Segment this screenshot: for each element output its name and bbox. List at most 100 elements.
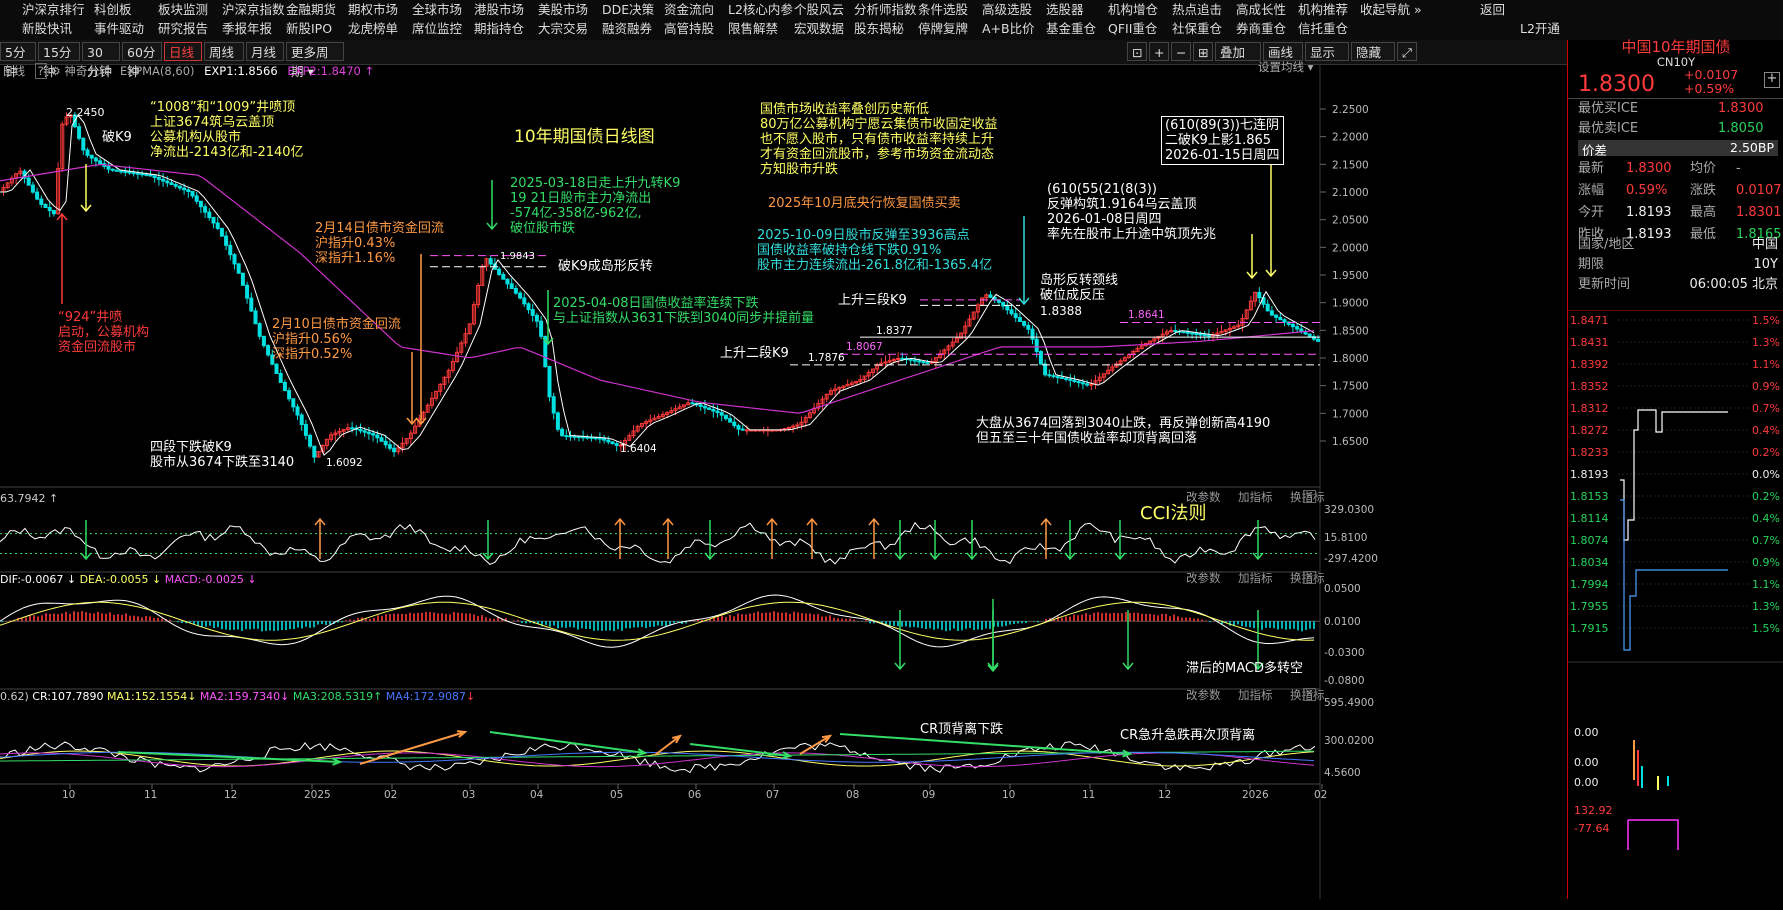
zoom-out-icon[interactable]: −	[1171, 42, 1191, 61]
lock-icon[interactable]: ⊡	[1127, 42, 1147, 61]
nav-item-b1[interactable]: 事件驱动	[94, 19, 144, 38]
nav-item-b5[interactable]: 龙虎榜单	[348, 19, 398, 38]
fullscreen-icon[interactable]: ⤢	[1397, 42, 1417, 61]
mini-pct-label: 1.5%	[1752, 622, 1780, 635]
zoom-in-icon[interactable]: +	[1149, 42, 1169, 61]
nav-item-a12[interactable]: 个股风云	[794, 0, 844, 19]
nav-item-a16[interactable]: 选股器	[1046, 0, 1084, 19]
nav-item-a22[interactable]: 返回	[1480, 0, 1505, 19]
candle-body	[98, 160, 103, 165]
nav-item-b21[interactable]: L2开通	[1520, 19, 1560, 38]
nav-item-b6[interactable]: 席位监控	[412, 19, 462, 38]
close-icon[interactable]: ×	[1303, 688, 1316, 701]
period-tab-0[interactable]: 5分钟	[0, 42, 36, 79]
period-tab-1[interactable]: 15分钟	[38, 42, 80, 79]
mini-price-label: 1.8352	[1570, 380, 1609, 393]
display-button[interactable]: 显示	[1305, 42, 1349, 61]
nav-item-b8[interactable]: 大宗交易	[538, 19, 588, 38]
nav-item-b7[interactable]: 期指持仓	[474, 19, 524, 38]
nav-item-a8[interactable]: 美股市场	[538, 0, 588, 19]
nav-item-a6[interactable]: 全球市场	[412, 0, 462, 19]
period-tab-7[interactable]: 更多周期 ▾	[286, 42, 344, 79]
candle-body	[30, 184, 35, 193]
nav-item-a3[interactable]: 沪深京指数	[222, 0, 285, 19]
ma-setting-button[interactable]: 设置均线 ▾	[1258, 60, 1313, 75]
mini-pct-label: 0.2%	[1752, 490, 1780, 503]
add-watch-icon[interactable]: +	[1764, 72, 1780, 88]
nav-item-a20[interactable]: 机构推荐	[1298, 0, 1348, 19]
nav-item-a0[interactable]: 沪深京排行	[22, 0, 85, 19]
candle-body	[186, 189, 191, 193]
candle-body	[1181, 331, 1186, 334]
overlay-button[interactable]: 叠加	[1215, 42, 1261, 61]
nav-item-b19[interactable]: 券商重仓	[1236, 19, 1286, 38]
annot-line: 2月10日债市资金回流	[272, 317, 401, 332]
candle-body	[1064, 377, 1069, 380]
nav-item-a10[interactable]: 资金流向	[664, 0, 714, 19]
period-tab-5[interactable]: 周线	[204, 42, 244, 61]
candle-body	[1072, 379, 1077, 383]
nav-item-b18[interactable]: 社保重仓	[1172, 19, 1222, 38]
price-label-18377: 1.8377	[876, 325, 913, 337]
nav-item-b16[interactable]: 基金重仓	[1046, 19, 1096, 38]
annot-line: 2026-01-15日周四	[1165, 148, 1280, 163]
period-tab-4[interactable]: 日线	[164, 42, 202, 61]
nav-item-b3[interactable]: 季报年报	[222, 19, 272, 38]
nav-item-a2[interactable]: 板块监测	[158, 0, 208, 19]
macd-tick-label: 0.0500	[1324, 583, 1361, 595]
nav-item-a18[interactable]: 热点追击	[1172, 0, 1222, 19]
panel-1-btn-0[interactable]: 改参数	[1186, 571, 1221, 586]
cursor-icon[interactable]: ⊞	[1193, 42, 1213, 61]
nav-item-b15[interactable]: A+B比价	[982, 19, 1035, 38]
nav-item-a9[interactable]: DDE决策	[602, 0, 654, 19]
hide-button[interactable]: 隐藏	[1351, 42, 1395, 61]
nav-item-a4[interactable]: 金融期货	[286, 0, 336, 19]
nav-item-b0[interactable]: 新股快讯	[22, 19, 72, 38]
candle-body	[610, 441, 615, 445]
intraday-mini-chart[interactable]: 1.8471 1.5% 1.8431 1.3% 1.8392 1.1% 1.8352 0.9%…	[1568, 310, 1783, 910]
draw-line-button[interactable]: 画线	[1263, 42, 1303, 61]
nav-item-a21[interactable]: 收起导航	[1360, 0, 1410, 19]
x-tick-label: 11	[1082, 789, 1095, 801]
annotation-0108: (610(55(21(8(3)) 反弹构筑1.9164乌云盖顶 2026-01-…	[1047, 182, 1216, 242]
nav-item-b9[interactable]: 融资融券	[602, 19, 652, 38]
panel-2-btn-0[interactable]: 改参数	[1186, 688, 1221, 703]
nav-item-a1[interactable]: 科创板	[94, 0, 132, 19]
chart-canvas[interactable]: 2.2500 2.2000 2.1500 2.1000 2.0500 2.0000 1.95…	[0, 64, 1567, 899]
nav-more-icon[interactable]: »	[1414, 0, 1422, 19]
period-tab-3[interactable]: 60分钟	[122, 42, 162, 79]
help-icon[interactable]: ?	[34, 63, 47, 79]
nav-item-a15[interactable]: 高级选股	[982, 0, 1032, 19]
kline-chart[interactable]: 2.2500 2.2000 2.1500 2.1000 2.0500 2.0000 1.95…	[0, 60, 1567, 899]
panel-0-btn-0[interactable]: 改参数	[1186, 490, 1221, 505]
close-icon[interactable]: ×	[1303, 571, 1316, 584]
nav-item-b2[interactable]: 研究报告	[158, 19, 208, 38]
annot-line: 净流出-2143亿和-2140亿	[150, 145, 304, 160]
candle-body	[140, 173, 145, 176]
annot-line: 股市从3674下跌至3140	[150, 455, 295, 470]
panel-2-btn-1[interactable]: 加指标	[1238, 688, 1273, 703]
panel-1-btn-1[interactable]: 加指标	[1238, 571, 1273, 586]
nav-item-b17[interactable]: QFII重仓	[1108, 19, 1157, 38]
nav-item-a7[interactable]: 港股市场	[474, 0, 524, 19]
annot-line: 国债收益率破持仓线下跌0.91%	[757, 243, 942, 258]
nav-item-a11[interactable]: L2核心内参	[728, 0, 793, 19]
nav-item-a17[interactable]: 机构增仓	[1108, 0, 1158, 19]
nav-item-a19[interactable]: 高成长性	[1236, 0, 1286, 19]
period-tab-6[interactable]: 月线	[246, 42, 284, 61]
nav-item-a13[interactable]: 分析师指数	[854, 0, 917, 19]
close-icon[interactable]: ×	[1303, 490, 1316, 503]
nav-item-b13[interactable]: 股东揭秘	[854, 19, 904, 38]
nav-item-b4[interactable]: 新股IPO	[286, 19, 332, 38]
nav-item-a14[interactable]: 条件选股	[918, 0, 968, 19]
candle-body	[282, 381, 287, 392]
nav-item-a5[interactable]: 期权市场	[348, 0, 398, 19]
period-tab-2[interactable]: 30分钟	[82, 42, 120, 79]
nav-item-b11[interactable]: 限售解禁	[728, 19, 778, 38]
nav-item-b10[interactable]: 高管持股	[664, 19, 714, 38]
nav-item-b14[interactable]: 停牌复牌	[918, 19, 968, 38]
panel-0-btn-1[interactable]: 加指标	[1238, 490, 1273, 505]
nav-item-b20[interactable]: 信托重仓	[1298, 19, 1348, 38]
quote-grid-cell: 涨幅	[1578, 183, 1605, 198]
nav-item-b12[interactable]: 宏观数据	[794, 19, 844, 38]
